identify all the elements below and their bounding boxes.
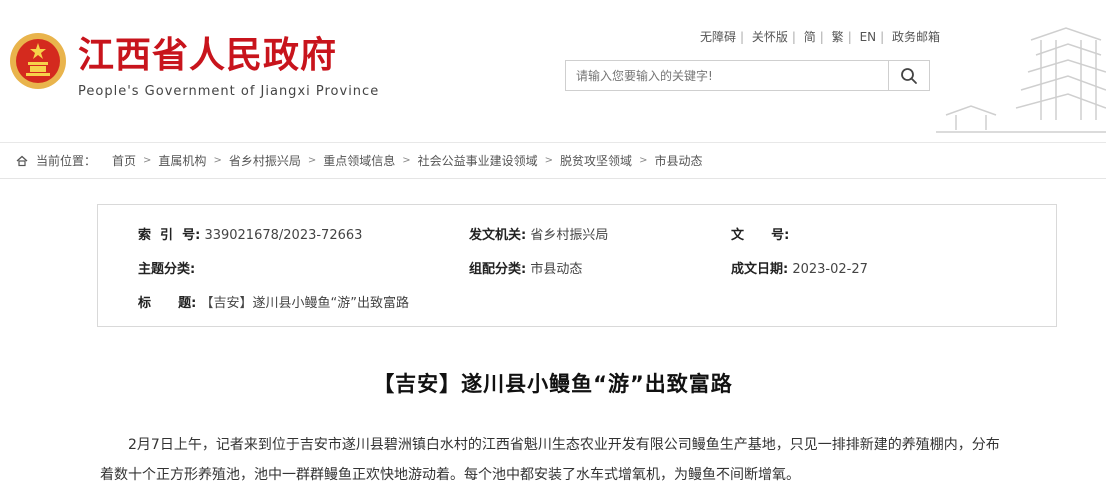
- article-paragraph: 2月7日上午，记者来到位于吉安市遂川县碧洲镇白水村的江西省魁川生态农业开发有限公…: [100, 437, 1000, 483]
- location-icon: [16, 155, 28, 166]
- chevron-right-icon: >: [639, 155, 648, 166]
- search-input[interactable]: [566, 61, 888, 90]
- breadcrumb-label: 当前位置：: [36, 154, 97, 168]
- link-english[interactable]: EN: [860, 30, 877, 44]
- link-gov-mail[interactable]: 政务邮箱: [892, 30, 940, 44]
- article-body: 2月7日上午，记者来到位于吉安市遂川县碧洲镇白水村的江西省魁川生态农业开发有限公…: [100, 430, 1000, 490]
- link-traditional[interactable]: 繁: [832, 30, 844, 44]
- meta-index-label: 索 引 号:: [138, 228, 201, 243]
- meta-topic: 主题分类:: [138, 258, 195, 277]
- breadcrumb-item-home[interactable]: 首页: [112, 152, 136, 169]
- site-header: 江西省人民政府 People's Government of Jiangxi P…: [0, 0, 1106, 143]
- link-care-mode[interactable]: 关怀版: [752, 30, 788, 44]
- meta-index: 索 引 号: 339021678/2023-72663: [138, 224, 362, 243]
- chevron-right-icon: >: [544, 155, 554, 166]
- tengwang-pavilion-illustration: [936, 27, 1106, 133]
- chevron-right-icon: >: [402, 155, 411, 166]
- search-button[interactable]: [889, 60, 930, 91]
- breadcrumb-item-public-welfare[interactable]: 社会公益事业建设领域: [418, 152, 538, 169]
- breadcrumb-item-county-news[interactable]: 市县动态: [654, 152, 702, 169]
- chevron-right-icon: >: [213, 155, 222, 166]
- search-box: [565, 60, 889, 91]
- breadcrumb: 当前位置： 首页 > 直属机构 > 省乡村振兴局 > 重点领域信息 > 社会公益…: [16, 152, 702, 169]
- link-simplified[interactable]: 简: [804, 30, 816, 44]
- breadcrumb-item-poverty[interactable]: 脱贫攻坚领域: [560, 152, 632, 169]
- meta-category-label: 组配分类:: [469, 262, 527, 277]
- meta-index-value: 339021678/2023-72663: [204, 228, 363, 243]
- meta-title-label: 标 题:: [138, 296, 197, 311]
- meta-docno-label: 文 号:: [731, 228, 790, 243]
- national-emblem-icon[interactable]: [8, 31, 68, 91]
- search-icon: [901, 67, 917, 84]
- meta-topic-label: 主题分类:: [138, 262, 196, 277]
- link-accessibility[interactable]: 无障碍: [700, 30, 736, 44]
- meta-title: 标 题: 【吉安】遂川县小鳗鱼“游”出致富路: [138, 292, 409, 311]
- meta-title-value: 【吉安】遂川县小鳗鱼“游”出致富路: [200, 296, 409, 311]
- meta-date-value: 2023-02-27: [792, 262, 868, 277]
- breadcrumb-item-bureau[interactable]: 省乡村振兴局: [229, 152, 301, 169]
- meta-category: 组配分类: 市县动态: [469, 258, 582, 277]
- article-title: 【吉安】遂川县小鳗鱼“游”出致富路: [373, 372, 733, 396]
- meta-docno: 文 号:: [731, 224, 789, 243]
- chevron-right-icon: >: [307, 155, 317, 166]
- breadcrumb-item-agencies[interactable]: 直属机构: [158, 152, 206, 169]
- meta-issuer: 发文机关: 省乡村振兴局: [469, 224, 608, 243]
- document-meta-box: 索 引 号: 339021678/2023-72663 发文机关: 省乡村振兴局…: [97, 204, 1057, 327]
- meta-issuer-label: 发文机关:: [469, 228, 527, 243]
- breadcrumb-divider: [0, 178, 1106, 179]
- meta-issuer-value: 省乡村振兴局: [530, 228, 609, 243]
- breadcrumb-item-key-areas[interactable]: 重点领域信息: [323, 152, 395, 169]
- meta-category-value: 市县动态: [530, 262, 583, 277]
- chevron-right-icon: >: [143, 155, 152, 166]
- top-links: 无障碍 | 关怀版 | 简 | 繁 | EN | 政务邮箱: [700, 30, 941, 44]
- meta-date-label: 成文日期:: [731, 262, 789, 277]
- meta-date: 成文日期: 2023-02-27: [731, 258, 868, 277]
- site-title[interactable]: 江西省人民政府: [78, 34, 337, 78]
- site-subtitle: People's Government of Jiangxi Province: [78, 84, 380, 99]
